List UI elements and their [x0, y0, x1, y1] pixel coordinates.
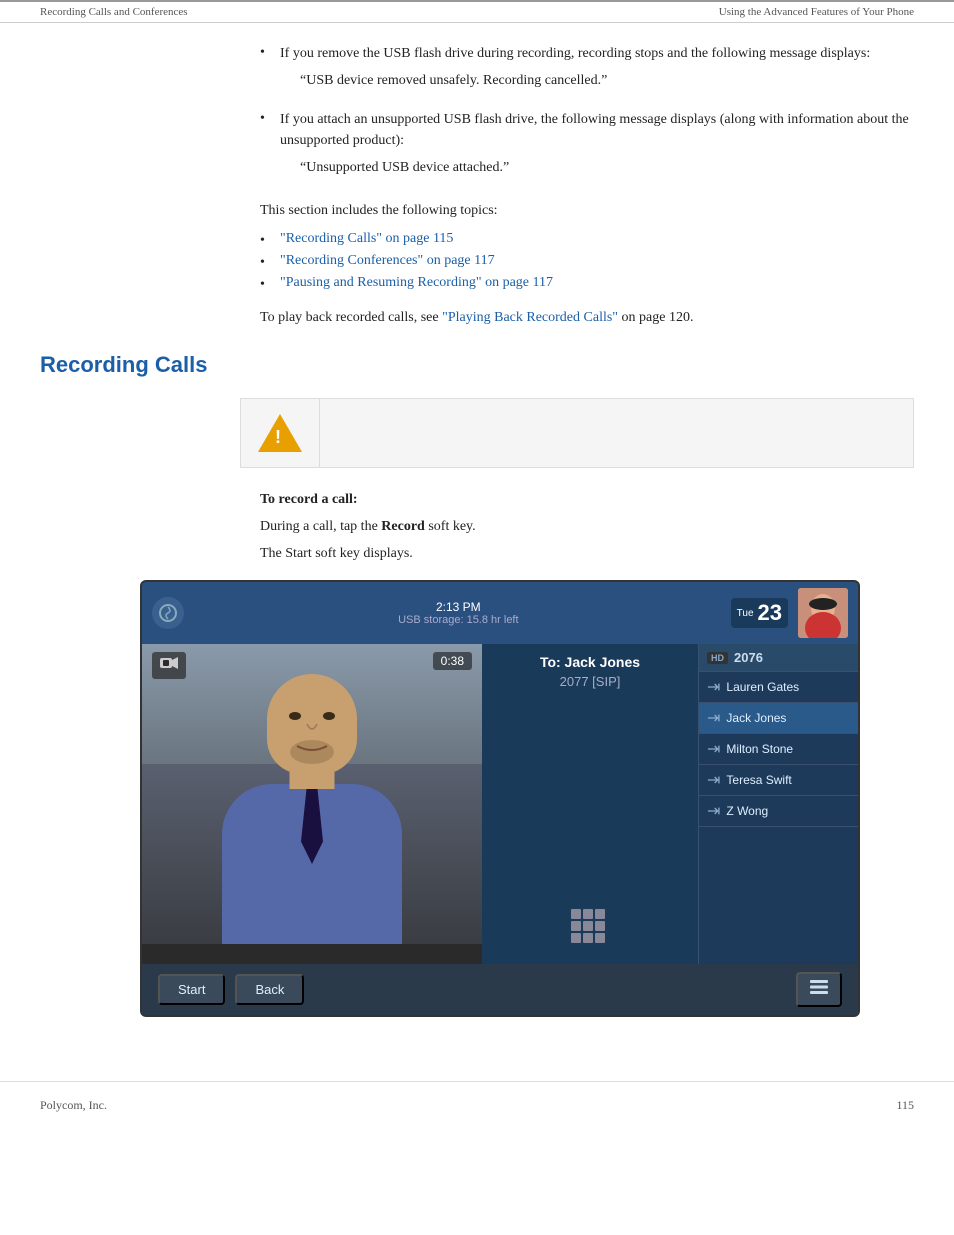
phone-usb-storage: USB storage: 15.8 hr left	[194, 614, 723, 626]
contact-arrow-icon: ⇥	[707, 739, 720, 759]
caution-text-content	[320, 398, 914, 468]
contact-arrow-icon: ⇥	[707, 708, 720, 728]
contact-name: Milton Stone	[726, 742, 793, 756]
caution-icon-wrap	[240, 398, 320, 468]
contact-item-lauren-gates[interactable]: ⇥ Lauren Gates	[699, 672, 858, 703]
footer-page: 115	[896, 1098, 914, 1113]
bullet-item-2: • If you attach an unsupported USB flash…	[260, 109, 914, 184]
procedure-section: To record a call: During a call, tap the…	[260, 492, 914, 564]
page-footer: Polycom, Inc. 115	[0, 1081, 954, 1121]
contact-arrow-icon: ⇥	[707, 801, 720, 821]
procedure-heading: To record a call:	[260, 492, 914, 508]
phone-logo-icon	[152, 597, 184, 629]
contact-name: Teresa Swift	[726, 773, 791, 787]
keypad-dot	[583, 909, 593, 919]
contact-item-z-wong[interactable]: ⇥ Z Wong	[699, 796, 858, 827]
page-header: Recording Calls and Conferences Using th…	[0, 0, 954, 23]
bullet-dot-1: •	[260, 45, 280, 61]
playback-link[interactable]: "Playing Back Recorded Calls"	[442, 310, 618, 325]
toc-dot-3: •	[260, 277, 280, 293]
phone-contacts-panel: HD 2076 ⇥ Lauren Gates ⇥ Jack Jones ⇥ Mi…	[698, 644, 858, 964]
section-intro: This section includes the following topi…	[260, 200, 914, 221]
phone-topbar: 2:13 PM USB storage: 15.8 hr left Tue 23	[142, 582, 858, 644]
footer-company: Polycom, Inc.	[40, 1098, 107, 1113]
phone-status: 2:13 PM USB storage: 15.8 hr left	[194, 600, 723, 626]
call-to-label: To: Jack Jones	[498, 654, 682, 670]
hd-badge: HD	[707, 652, 728, 664]
contact-ext-number: 2076	[734, 650, 763, 665]
toc-link-2[interactable]: "Recording Conferences" on page 117	[280, 253, 495, 268]
quote-1: “USB device removed unsafely. Recording …	[300, 70, 914, 91]
contact-name: Jack Jones	[726, 711, 786, 725]
keypad-dot	[583, 933, 593, 943]
phone-caller-avatar	[798, 588, 848, 638]
bullet-item-1: • If you remove the USB flash drive duri…	[260, 43, 914, 97]
menu-icon-button[interactable]	[796, 972, 842, 1007]
procedure-step-2: The Start soft key displays.	[260, 543, 914, 564]
section-heading: Recording Calls	[40, 352, 914, 378]
bullet-section: • If you remove the USB flash drive duri…	[260, 43, 914, 184]
toc-label-2[interactable]: "Recording Conferences" on page 117	[280, 253, 495, 269]
phone-video-area: 0:38	[142, 644, 482, 964]
main-content: • If you remove the USB flash drive duri…	[0, 43, 954, 1057]
toc-item-2: • "Recording Conferences" on page 117	[260, 253, 914, 271]
phone-screenshot: 2:13 PM USB storage: 15.8 hr left Tue 23	[140, 580, 860, 1017]
toc-dot-2: •	[260, 255, 280, 271]
header-right: Using the Advanced Features of Your Phon…	[719, 6, 914, 18]
contact-ext-row: HD 2076	[699, 644, 858, 672]
toc-item-1: • "Recording Calls" on page 115	[260, 231, 914, 249]
keypad-dot	[595, 909, 605, 919]
toc-link-3[interactable]: "Pausing and Resuming Recording" on page…	[280, 275, 553, 290]
phone-date-day: Tue	[737, 608, 754, 619]
contact-item-jack-jones[interactable]: ⇥ Jack Jones	[699, 703, 858, 734]
phone-center-panel: To: Jack Jones 2077 [SIP]	[482, 644, 698, 964]
bullet-text-2: If you attach an unsupported USB flash d…	[280, 109, 914, 184]
caution-box	[240, 398, 914, 468]
quote-2: “Unsupported USB device attached.”	[300, 157, 914, 178]
contact-arrow-icon: ⇥	[707, 677, 720, 697]
contact-item-teresa-swift[interactable]: ⇥ Teresa Swift	[699, 765, 858, 796]
toc-label-3[interactable]: "Pausing and Resuming Recording" on page…	[280, 275, 553, 291]
toc-item-3: • "Pausing and Resuming Recording" on pa…	[260, 275, 914, 293]
phone-main-area: 0:38 To: Jack Jones 2077 [SIP]	[142, 644, 858, 964]
toc-list: • "Recording Calls" on page 115 • "Recor…	[260, 231, 914, 293]
contact-item-milton-stone[interactable]: ⇥ Milton Stone	[699, 734, 858, 765]
video-feed	[142, 644, 482, 944]
bullet-text-1: If you remove the USB flash drive during…	[280, 43, 914, 97]
video-timer: 0:38	[433, 652, 472, 670]
keypad-dot	[595, 933, 605, 943]
call-info: To: Jack Jones 2077 [SIP]	[498, 654, 682, 697]
header-left: Recording Calls and Conferences	[40, 6, 188, 18]
phone-time: 2:13 PM	[194, 600, 723, 614]
keypad-icon	[570, 908, 610, 944]
keypad-dot	[571, 921, 581, 931]
keypad-dot	[595, 921, 605, 931]
phone-bottombar: Start Back	[142, 964, 858, 1015]
keypad-dot	[571, 909, 581, 919]
bullet-dot-2: •	[260, 111, 280, 127]
call-number: 2077 [SIP]	[498, 674, 682, 689]
phone-date-num: 23	[758, 600, 782, 626]
contact-name: Z Wong	[726, 804, 768, 818]
toc-label-1[interactable]: "Recording Calls" on page 115	[280, 231, 453, 247]
camera-icon	[152, 652, 186, 679]
toc-dot-1: •	[260, 233, 280, 249]
keypad-dot	[583, 921, 593, 931]
contact-arrow-icon: ⇥	[707, 770, 720, 790]
person-head	[267, 674, 357, 774]
contact-name: Lauren Gates	[726, 680, 799, 694]
toc-link-1[interactable]: "Recording Calls" on page 115	[280, 231, 453, 246]
back-softkey[interactable]: Back	[235, 974, 304, 1005]
caution-triangle-icon	[258, 414, 302, 452]
start-softkey[interactable]: Start	[158, 974, 225, 1005]
keypad-dot	[571, 933, 581, 943]
procedure-step-1: During a call, tap the Record soft key.	[260, 516, 914, 537]
playback-line: To play back recorded calls, see "Playin…	[260, 307, 914, 328]
phone-date-badge: Tue 23	[731, 598, 788, 628]
